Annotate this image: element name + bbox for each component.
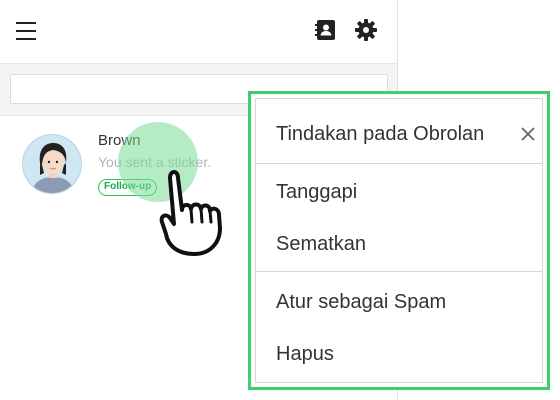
divider <box>256 271 542 272</box>
menu-item-sematkan[interactable]: Sematkan <box>276 233 366 256</box>
close-icon[interactable] <box>518 124 538 144</box>
menu-title: Tindakan pada Obrolan <box>276 123 485 145</box>
pointing-hand-icon <box>159 170 222 256</box>
chat-actions-menu: Tindakan pada Obrolan Tanggapi Sematkan … <box>248 91 550 390</box>
hamburger-menu-icon[interactable] <box>16 22 36 40</box>
contacts-book-icon[interactable] <box>314 18 338 42</box>
menu-item-spam[interactable]: Atur sebagai Spam <box>276 291 446 314</box>
chat-actions-menu-panel: Tindakan pada Obrolan Tanggapi Sematkan … <box>255 98 543 383</box>
user-avatar <box>22 134 82 194</box>
gear-icon[interactable] <box>354 18 378 42</box>
menu-item-hapus[interactable]: Hapus <box>276 343 334 366</box>
menu-item-tanggapi[interactable]: Tanggapi <box>276 181 357 204</box>
divider <box>256 163 542 164</box>
top-bar <box>0 0 397 64</box>
